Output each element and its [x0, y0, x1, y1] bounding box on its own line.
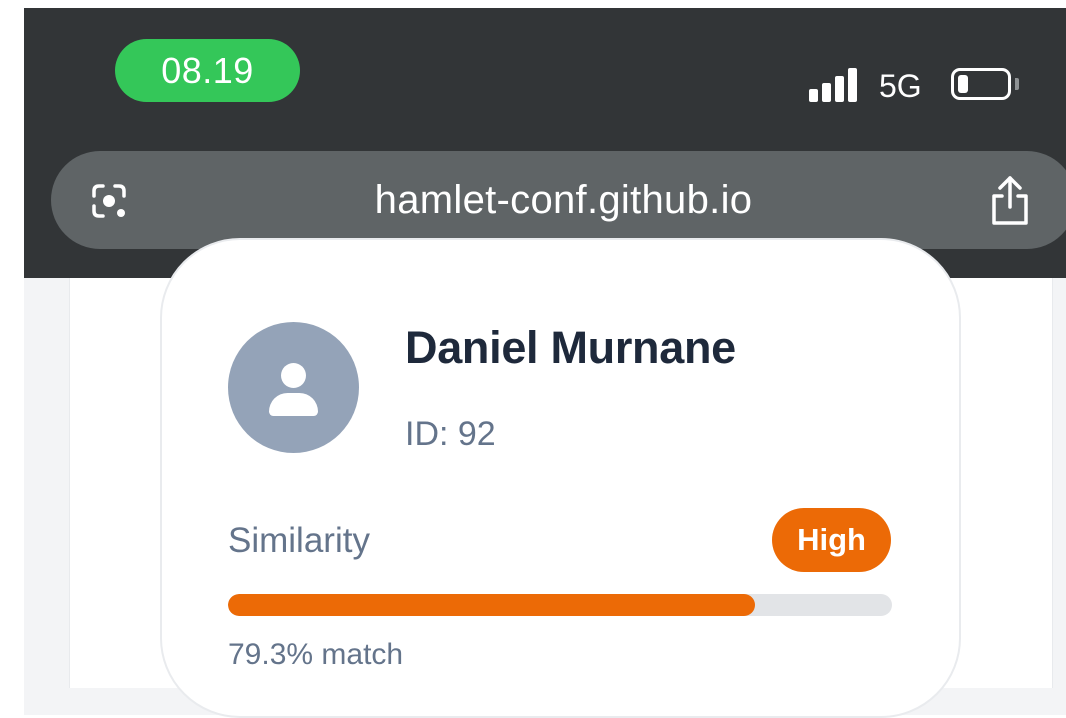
similarity-progress-track — [228, 594, 892, 616]
profile-id: ID: 92 — [405, 415, 496, 453]
similarity-progress-fill — [228, 594, 755, 616]
similarity-label: Similarity — [228, 521, 370, 560]
status-bar: 08.19 5G — [24, 8, 1066, 138]
person-icon-body — [269, 393, 318, 416]
battery-cap — [1015, 78, 1019, 90]
similarity-badge: High — [772, 508, 891, 572]
match-percentage: 79.3% match — [228, 638, 404, 671]
signal-icon — [809, 68, 861, 102]
network-type: 5G — [879, 68, 922, 104]
address-bar[interactable]: hamlet-conf.github.io — [51, 151, 1066, 249]
battery-icon — [951, 68, 1011, 100]
person-icon-head — [281, 363, 306, 388]
time-pill[interactable]: 08.19 — [115, 39, 300, 102]
page-content: Daniel Murnane ID: 92 Similarity High 79… — [24, 238, 1066, 718]
avatar — [228, 322, 359, 453]
url-text[interactable]: hamlet-conf.github.io — [51, 151, 1066, 249]
battery-level — [958, 75, 968, 93]
profile-name: Daniel Murnane — [405, 322, 736, 373]
share-icon[interactable] — [986, 173, 1034, 229]
